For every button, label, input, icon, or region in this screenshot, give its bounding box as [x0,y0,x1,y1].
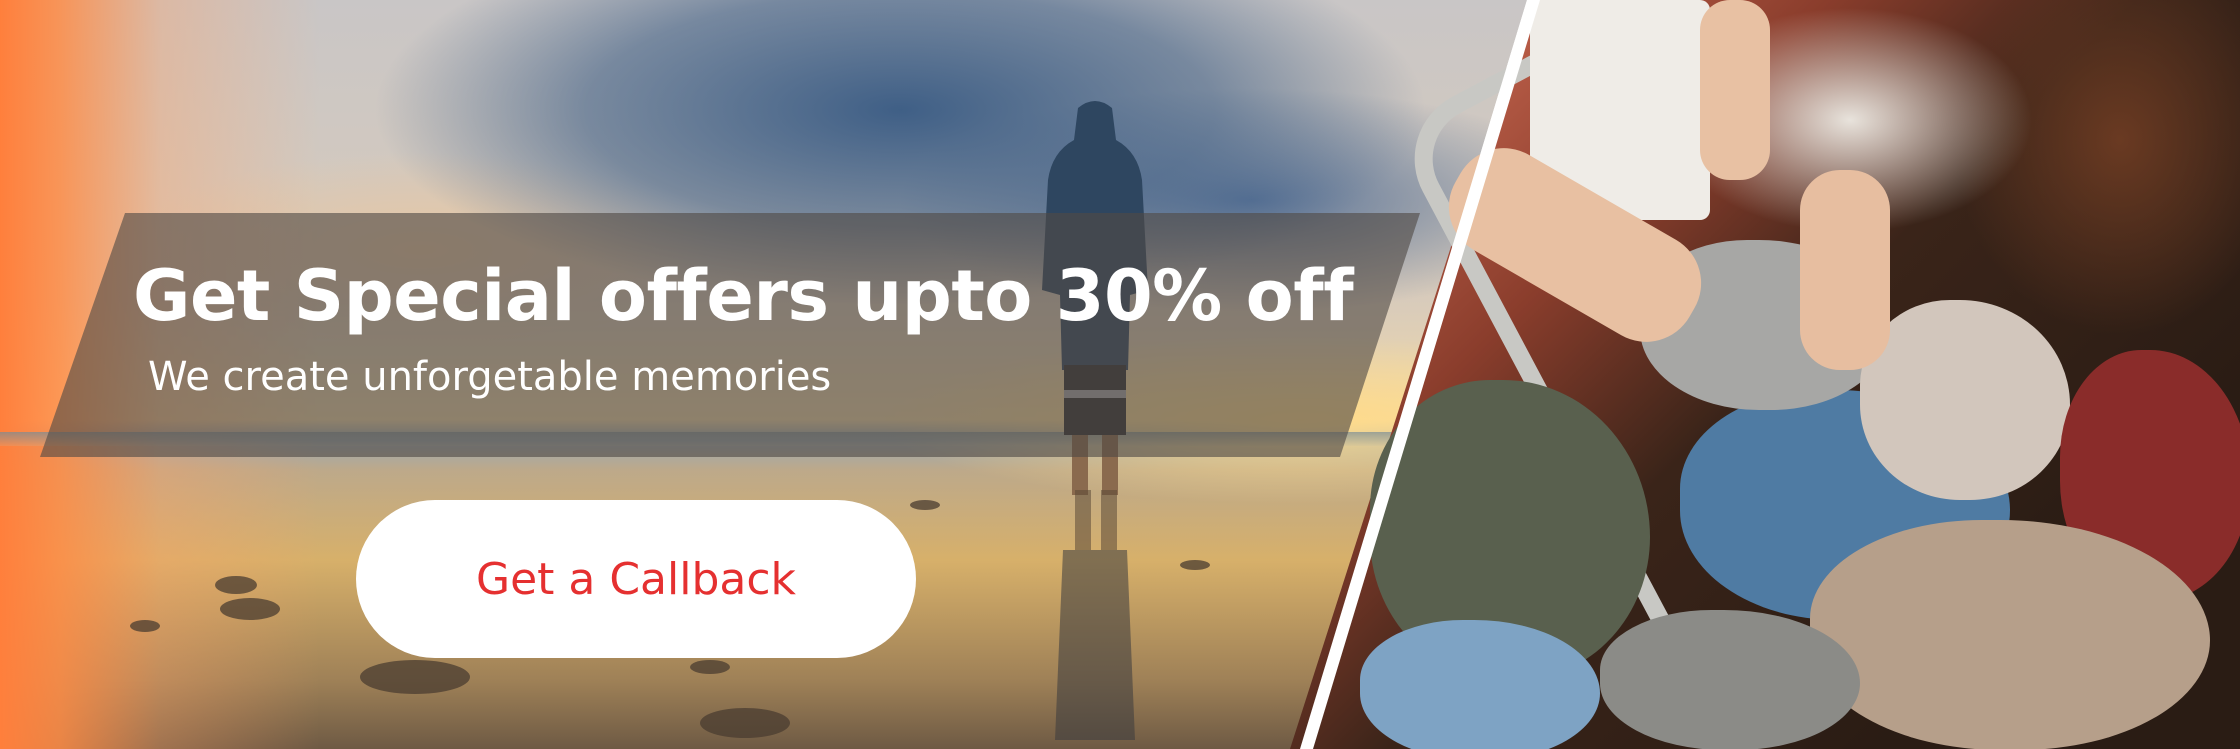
promo-headline: Get Special offers upto 30% off [133,255,1354,337]
get-callback-button[interactable]: Get a Callback [356,500,916,658]
promo-subheadline: We create unforgetable memories [148,354,832,400]
promo-banner: Get Special offers upto 30% off We creat… [0,0,2240,749]
person-reflection [1055,490,1135,740]
